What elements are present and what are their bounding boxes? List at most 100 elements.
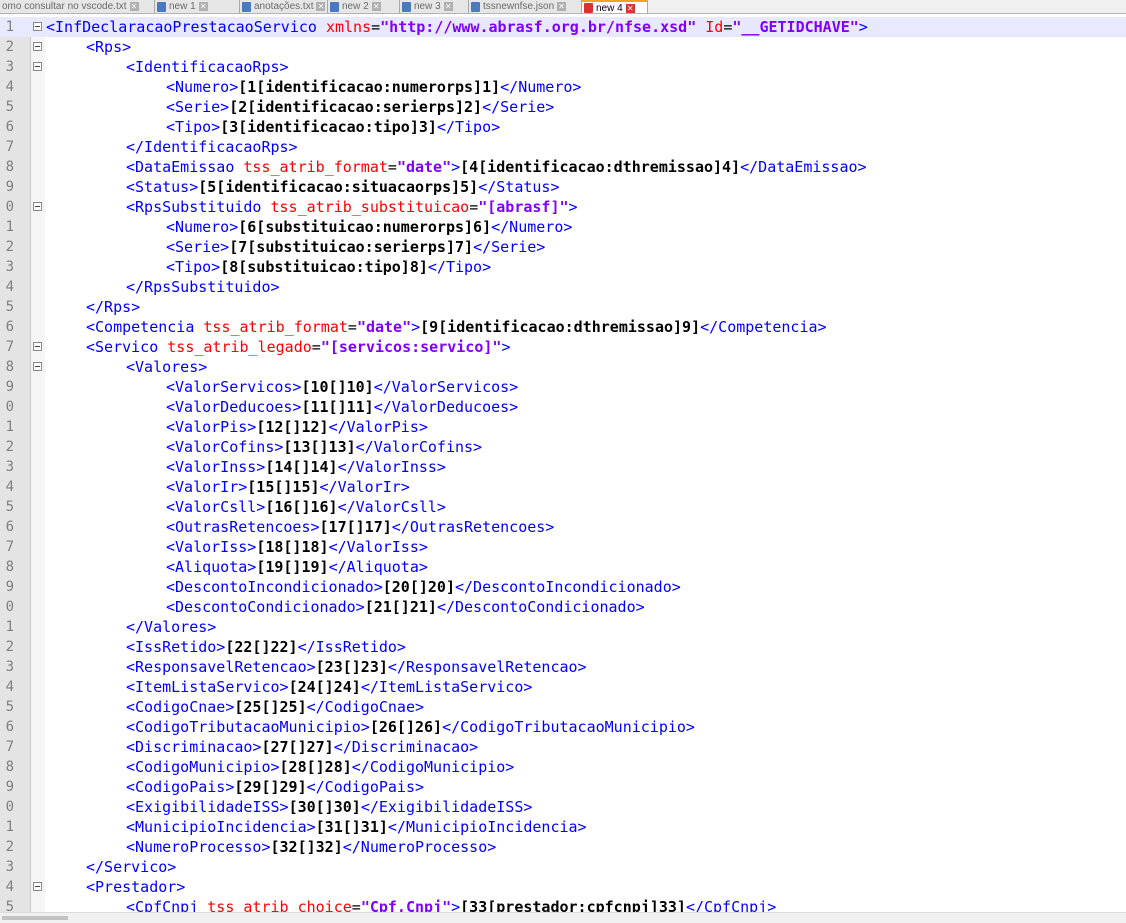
code-line[interactable]: 6 <Competencia tss_atrib_format="date">[9… [0, 317, 1126, 337]
tab-6[interactable]: tssnewnfse.json ✕ [469, 0, 582, 13]
code-text: <Rps> [86, 37, 131, 57]
scrollbar-thumb[interactable] [2, 916, 68, 920]
code-line[interactable]: 8 <DataEmissao tss_atrib_format="date">[4… [0, 157, 1126, 177]
close-tab-icon[interactable]: ✕ [129, 2, 139, 11]
tab-2[interactable]: new 1 ✕ [155, 0, 240, 13]
close-tab-icon[interactable]: ✕ [557, 2, 567, 11]
code-line[interactable]: 1 <ValorPis>[12[]12]</ValorPis> [0, 417, 1126, 437]
code-text: <Status>[5[identificacao:situacaorps]5]<… [126, 177, 560, 197]
code-line[interactable]: 4 <ItemListaServico>[24[]24]</ItemListaSe… [0, 677, 1126, 697]
close-tab-icon[interactable]: ✕ [443, 2, 453, 11]
attribute-value: "Cpf,Cnpj" [360, 898, 452, 912]
code-line[interactable]: 4 <ValorIr>[15[]15]</ValorIr> [0, 477, 1126, 497]
close-tab-icon[interactable]: ✕ [198, 2, 208, 11]
line-number: 3 [5, 259, 14, 275]
code-line[interactable]: 1 <MunicipioIncidencia>[31[]31]</Municipi… [0, 817, 1126, 837]
code-line[interactable]: 2 <Rps> [0, 37, 1126, 57]
code-line[interactable]: 5 <ValorCsll>[16[]16]</ValorCsll> [0, 497, 1126, 517]
code-line[interactable]: 7 </IdentificacaoRps> [0, 137, 1126, 157]
code-text: <Numero>[1[identificacao:numerorps]1]</N… [166, 77, 581, 97]
close-tab-icon[interactable]: ✕ [316, 2, 326, 11]
tab-7[interactable]: new 4 ✕ [582, 0, 648, 13]
xml-tag: <CodigoTributacaoMunicipio> [126, 718, 370, 736]
xml-tag: <DataEmissao [126, 158, 244, 176]
code-line[interactable]: 3 <Tipo>[8[substituicao:tipo]8]</Tipo> [0, 257, 1126, 277]
line-number: 6 [5, 319, 14, 335]
code-line[interactable]: 6 <Tipo>[3[identificacao:tipo]3]</Tipo> [0, 117, 1126, 137]
code-text: <ValorInss>[14[]14]</ValorInss> [166, 457, 446, 477]
code-text: <Serie>[7[substituicao:serierps]7]</Seri… [166, 237, 545, 257]
fold-collapse-icon[interactable] [33, 362, 42, 371]
line-number: 6 [5, 719, 14, 735]
xml-tag: </ExigibilidadeISS> [360, 798, 533, 816]
code-line[interactable]: 6 <CodigoTributacaoMunicipio>[26[]26]</Co… [0, 717, 1126, 737]
code-line[interactable]: 0 <ExigibilidadeISS>[30[]30]</Exigibilida… [0, 797, 1126, 817]
xml-tag: </DescontoIncondicionado> [455, 578, 681, 596]
xml-tag: > [411, 318, 421, 336]
code-editor[interactable]: 1 <InfDeclaracaoPrestacaoServico xmlns="h… [0, 17, 1126, 912]
code-line[interactable]: 0 <DescontoCondicionado>[21[]21]</Descont… [0, 597, 1126, 617]
tab-1[interactable]: omo consultar no vscode.txt ✕ [0, 0, 155, 13]
code-line[interactable]: 9 <DescontoIncondicionado>[20[]20]</Desco… [0, 577, 1126, 597]
code-line[interactable]: 4 </RpsSubstituido> [0, 277, 1126, 297]
tab-4[interactable]: new 2 ✕ [328, 0, 400, 13]
code-line[interactable]: 3 <ResponsavelRetencao>[23[]23]</Responsa… [0, 657, 1126, 677]
xml-tag: </ValorDeducoes> [373, 398, 519, 416]
tab-3[interactable]: anotações.txt ✕ [240, 0, 328, 13]
code-line[interactable]: 3 </Servico> [0, 857, 1126, 877]
code-line[interactable]: 0 <ValorDeducoes>[11[]11]</ValorDeducoes> [0, 397, 1126, 417]
line-number: 3 [5, 659, 14, 675]
code-line[interactable]: 7 <Servico tss_atrib_legado="[servicos:se… [0, 337, 1126, 357]
code-line[interactable]: 2 <ValorCofins>[13[]13]</ValorCofins> [0, 437, 1126, 457]
close-tab-icon[interactable]: ✕ [625, 3, 635, 13]
template-text: [13[]13] [283, 438, 356, 456]
xml-tag: <MunicipioIncidencia> [126, 818, 316, 836]
code-line[interactable]: 2 <NumeroProcesso>[32[]32]</NumeroProcess… [0, 837, 1126, 857]
xml-tag: <Numero> [166, 78, 239, 96]
code-text: <ExigibilidadeISS>[30[]30]</Exigibilidad… [126, 797, 532, 817]
code-line[interactable]: 8 <CodigoMunicipio>[28[]28]</CodigoMunici… [0, 757, 1126, 777]
code-line[interactable]: 1 <InfDeclaracaoPrestacaoServico xmlns="h… [0, 17, 1126, 37]
fold-collapse-icon[interactable] [33, 62, 42, 71]
code-line[interactable]: 4 <Numero>[1[identificacao:numerorps]1]</… [0, 77, 1126, 97]
code-line[interactable]: 3 <IdentificacaoRps> [0, 57, 1126, 77]
code-line[interactable]: 1 </Valores> [0, 617, 1126, 637]
code-line[interactable]: 7 <Discriminacao>[27[]27]</Discriminacao> [0, 737, 1126, 757]
code-line[interactable]: 4 <Prestador> [0, 877, 1126, 897]
xml-tag: </Valores> [126, 618, 217, 636]
fold-collapse-icon[interactable] [33, 342, 42, 351]
code-line[interactable]: 9 <CodigoPais>[29[]29]</CodigoPais> [0, 777, 1126, 797]
xml-tag: </CodigoPais> [306, 778, 425, 796]
fold-collapse-icon[interactable] [33, 42, 42, 51]
code-line[interactable]: 3 <ValorInss>[14[]14]</ValorInss> [0, 457, 1126, 477]
code-line[interactable]: 6 <OutrasRetencoes>[17[]17]</OutrasRetenc… [0, 517, 1126, 537]
code-line[interactable]: 8 <Aliquota>[19[]19]</Aliquota> [0, 557, 1126, 577]
fold-collapse-icon[interactable] [33, 22, 42, 31]
code-text: <ValorDeducoes>[11[]11]</ValorDeducoes> [166, 397, 518, 417]
horizontal-scrollbar[interactable] [0, 912, 1126, 923]
fold-collapse-icon[interactable] [33, 882, 42, 891]
code-line[interactable]: 5 <CpfCnpj tss_atrib_choice="Cpf,Cnpj">[3… [0, 897, 1126, 912]
code-text: <IssRetido>[22[]22]</IssRetido> [126, 637, 406, 657]
code-line[interactable]: 9 <Status>[5[identificacao:situacaorps]5]… [0, 177, 1126, 197]
close-tab-icon[interactable]: ✕ [371, 2, 381, 11]
code-line[interactable]: 2 <Serie>[7[substituicao:serierps]7]</Ser… [0, 237, 1126, 257]
template-text: [10[]10] [301, 378, 374, 396]
code-line[interactable]: 5 <CodigoCnae>[25[]25]</CodigoCnae> [0, 697, 1126, 717]
code-line[interactable]: 7 <ValorIss>[18[]18]</ValorIss> [0, 537, 1126, 557]
code-line[interactable]: 5 </Rps> [0, 297, 1126, 317]
xml-tag: <CpfCnpj [126, 898, 208, 912]
xml-tag: </Numero> [491, 218, 573, 236]
xml-tag: > [858, 18, 868, 36]
template-text: [28[]28] [279, 758, 352, 776]
fold-collapse-icon[interactable] [33, 202, 42, 211]
code-line[interactable]: 1 <Numero>[6[substituicao:numerorps]6]</N… [0, 217, 1126, 237]
code-line[interactable]: 9 <ValorServicos>[10[]10]</ValorServicos> [0, 377, 1126, 397]
template-text: [22[]22] [225, 638, 298, 656]
code-line[interactable]: 2 <IssRetido>[22[]22]</IssRetido> [0, 637, 1126, 657]
xml-tag: <ValorPis> [166, 418, 257, 436]
tab-5[interactable]: new 3 ✕ [400, 0, 469, 13]
code-line[interactable]: 8 <Valores> [0, 357, 1126, 377]
code-line[interactable]: 5 <Serie>[2[identificacao:serierps]2]</Se… [0, 97, 1126, 117]
code-line[interactable]: 0 <RpsSubstituido tss_atrib_substituicao=… [0, 197, 1126, 217]
